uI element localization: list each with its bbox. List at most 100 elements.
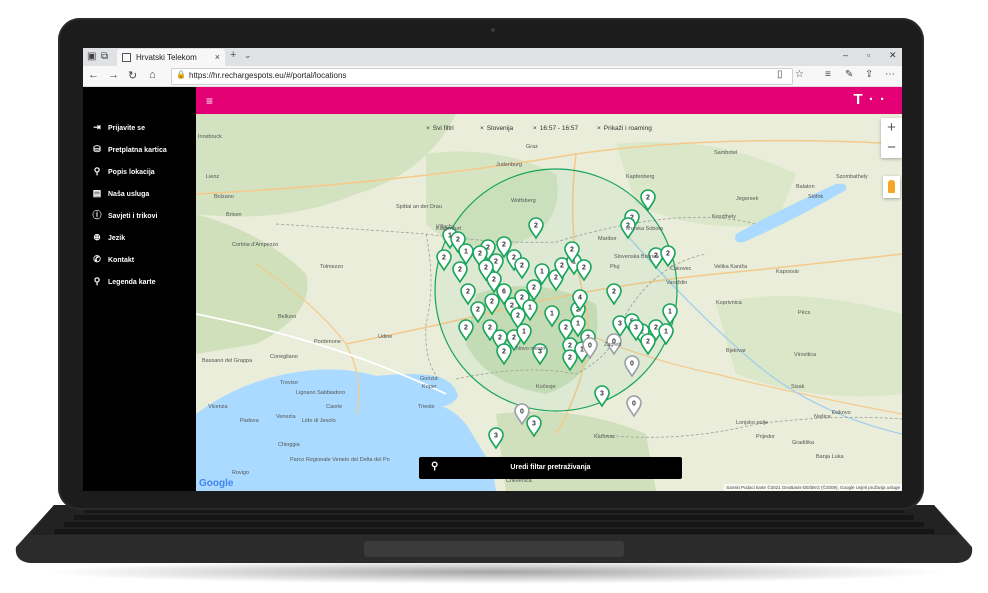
tab-dropdown-icon[interactable]: ⌄ — [244, 50, 252, 61]
filter-chip-label: 16:57 - 16:57 — [539, 125, 579, 132]
edit-search-filter-button[interactable]: ⚲ Uredi filtar pretraživanja — [419, 457, 682, 479]
filter-chip[interactable]: × Slovenija — [480, 122, 513, 136]
lock-icon: 🔒 — [176, 70, 186, 79]
map-place-label: Gorizia — [420, 376, 438, 382]
svg-text:2: 2 — [568, 355, 572, 362]
svg-text:1: 1 — [464, 249, 468, 256]
url-field[interactable]: 🔒 https://hr.rechargespots.eu/#/portal/l… — [171, 68, 793, 85]
forward-icon[interactable]: → — [108, 69, 119, 81]
browser-tab[interactable]: Hrvatski Telekom × — [117, 49, 225, 66]
street-view-pegman-icon[interactable] — [883, 176, 900, 198]
sidebar-item-contact[interactable]: ✆ Kontakt — [90, 252, 134, 266]
map-place-label: Ptuj — [610, 264, 620, 270]
globe-icon: ⊕ — [93, 232, 101, 242]
filter-chip[interactable]: × Prikaži i roaming — [597, 122, 652, 136]
svg-text:6: 6 — [502, 289, 506, 296]
tab-actions-icon[interactable]: ▣ — [87, 51, 96, 62]
attribution-text[interactable]: Podaci karte ©2021 GeoBasis-DE/BKG (©200… — [741, 485, 900, 490]
telekom-logo: T · · — [853, 91, 886, 108]
back-icon[interactable]: ← — [88, 69, 99, 81]
maximize-button[interactable]: ▫ — [867, 50, 870, 60]
map-place-label: Lienz — [206, 174, 220, 180]
keyboard-shortcuts-link[interactable]: Sanski — [726, 485, 740, 490]
sidebar-item-map-legend[interactable]: ⚲ Legenda karte — [90, 274, 156, 288]
favorite-star-icon[interactable]: ☆ — [795, 69, 804, 80]
svg-text:2: 2 — [466, 289, 470, 296]
svg-text:2: 2 — [494, 259, 498, 266]
remove-filter-icon[interactable]: × — [597, 125, 601, 132]
remove-filter-icon[interactable]: × — [533, 125, 537, 132]
svg-text:2: 2 — [476, 307, 480, 314]
svg-text:2: 2 — [502, 349, 506, 356]
reading-view-icon[interactable]: ▯ — [777, 69, 783, 80]
map-place-label: Bjelovar — [726, 348, 746, 354]
map-place-label: Sisak — [791, 384, 805, 390]
svg-text:2: 2 — [666, 251, 670, 258]
map-place-label: Wolfsberg — [511, 198, 536, 204]
new-tab-button[interactable]: + — [230, 49, 236, 61]
address-bar: ← → ↻ ⌂ 🔒 https://hr.rechargespots.eu/#/… — [83, 66, 902, 87]
zoom-out-button[interactable]: − — [881, 138, 902, 158]
refresh-icon[interactable]: ↻ — [128, 69, 137, 82]
sidebar-item-label: Popis lokacija — [108, 169, 155, 176]
sidebar-item-service[interactable]: ▤ Naša usluga — [90, 186, 150, 200]
sidebar: ⇥ Prijavite se ⛁ Pretplatna kartica ⚲ Popis… — [83, 87, 196, 491]
svg-text:2: 2 — [512, 255, 516, 262]
home-icon[interactable]: ⌂ — [149, 69, 156, 81]
svg-text:2: 2 — [582, 265, 586, 272]
tab-preview-icon[interactable]: ⧉ — [101, 51, 108, 62]
svg-text:2: 2 — [520, 263, 524, 270]
map-place-label: Bassano del Grappa — [202, 358, 253, 364]
svg-text:2: 2 — [458, 267, 462, 274]
svg-text:2: 2 — [488, 325, 492, 332]
remove-filter-icon[interactable]: × — [480, 125, 484, 132]
map-place-label: Varaždin — [666, 280, 688, 286]
svg-text:2: 2 — [534, 223, 538, 230]
favorites-list-icon[interactable]: ≡ — [825, 69, 831, 80]
map-place-label: Villach — [436, 224, 453, 230]
zoom-in-button[interactable]: + — [881, 118, 902, 138]
sidebar-item-tips[interactable]: ⓘ Savjeti i trikovi — [90, 208, 157, 222]
more-icon[interactable]: ⋯ — [885, 69, 895, 80]
map-place-label: Bolzano — [214, 194, 234, 200]
share-icon[interactable]: ⇪ — [865, 69, 873, 80]
google-logo: Google — [199, 478, 234, 489]
map-place-label: Venezia — [276, 414, 296, 420]
close-window-button[interactable]: ✕ — [889, 50, 897, 61]
map-place-label: Velika Kaniža — [714, 264, 748, 270]
sidebar-item-language[interactable]: ⊕ Jezik — [90, 230, 125, 244]
map-place-label: Prijedor — [756, 434, 775, 440]
svg-text:2: 2 — [498, 335, 502, 342]
close-tab-icon[interactable]: × — [215, 49, 220, 66]
filter-chip[interactable]: × Svi filtri — [426, 122, 454, 136]
svg-text:3: 3 — [532, 421, 536, 428]
map-place-label: Murska Sobota — [626, 226, 663, 232]
sidebar-item-label: Legenda karte — [108, 279, 156, 286]
sidebar-item-login[interactable]: ⇥ Prijavite se — [90, 120, 145, 134]
svg-text:2: 2 — [464, 325, 468, 332]
map-place-label: Graz — [526, 144, 538, 150]
pen-icon[interactable]: ✎ — [845, 69, 853, 80]
map-canvas[interactable]: 1222221 222212212222622212222 22 2112241212… — [196, 114, 902, 491]
sign-in-icon: ⇥ — [93, 122, 101, 132]
svg-text:3: 3 — [600, 391, 604, 398]
remove-filter-icon[interactable]: × — [426, 125, 430, 132]
svg-text:2: 2 — [456, 237, 460, 244]
map-place-label: Padova — [240, 418, 259, 424]
map-place-label: Koprivnica — [716, 300, 742, 306]
map[interactable]: 1222221222212212222622212222222112241212… — [196, 114, 902, 491]
svg-text:2: 2 — [520, 295, 524, 302]
map-place-label: Lido di Jesolo — [302, 418, 336, 424]
map-place-label: Maribor — [598, 236, 617, 242]
filter-chip[interactable]: × 16:57 - 16:57 — [533, 122, 578, 136]
svg-text:2: 2 — [570, 247, 574, 254]
hamburger-menu-icon[interactable]: ≡ — [206, 94, 213, 108]
svg-text:2: 2 — [442, 255, 446, 262]
sidebar-item-subscription-card[interactable]: ⛁ Pretplatna kartica — [90, 142, 167, 156]
sidebar-item-locations[interactable]: ⚲ Popis lokacija — [90, 164, 155, 178]
sidebar-item-label: Jezik — [108, 235, 126, 242]
minimize-button[interactable]: – — [843, 50, 848, 60]
map-place-label: Kočevje — [536, 384, 556, 390]
location-pin-icon: ⚲ — [93, 166, 101, 176]
map-place-label: Virovitica — [794, 352, 817, 358]
